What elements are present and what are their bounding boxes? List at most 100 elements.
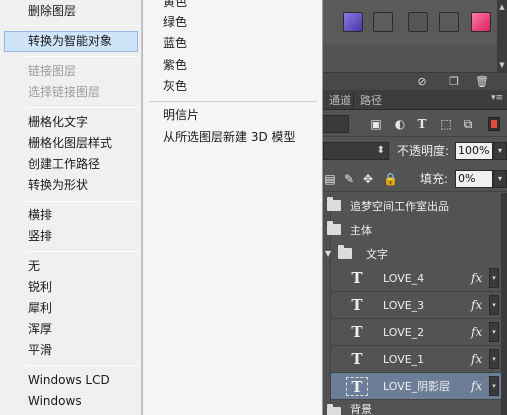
- layer-name: LOVE_2: [383, 326, 425, 339]
- fx-expand-icon[interactable]: ▾: [489, 376, 499, 396]
- menu-item-select-linked-layers: 选择链接图层: [28, 85, 101, 99]
- brush-icon[interactable]: ✎: [342, 171, 356, 187]
- styles-swatch-row: [323, 0, 507, 44]
- trash-icon[interactable]: 🗑: [475, 75, 489, 89]
- submenu-item-blue[interactable]: 蓝色: [163, 33, 187, 53]
- submenu-item-yellow[interactable]: 黄色: [163, 0, 187, 12]
- fx-expand-icon[interactable]: ▾: [489, 268, 499, 288]
- fx-expand-icon[interactable]: ▾: [489, 349, 499, 369]
- layer-row-group-background[interactable]: 背景: [323, 400, 507, 415]
- tab-channels[interactable]: 通道: [323, 92, 357, 110]
- submenu-item-green[interactable]: 绿色: [163, 12, 187, 32]
- layer-name: LOVE_4: [383, 272, 425, 285]
- layer-name: 主体: [350, 224, 372, 237]
- blend-mode-dropdown[interactable]: ⬍: [323, 142, 389, 160]
- menu-item-antialias-strong[interactable]: 浑厚: [4, 319, 138, 340]
- new-style-icon[interactable]: ❐: [447, 75, 461, 89]
- visibility-cell[interactable]: [323, 373, 331, 400]
- submenu-separator: [149, 101, 317, 102]
- style-swatch-gray-1[interactable]: [373, 12, 393, 32]
- layer-row-love1[interactable]: T LOVE_1 fx ▾: [323, 346, 507, 373]
- opacity-input[interactable]: 100%: [455, 142, 493, 160]
- folder-icon: [327, 404, 341, 415]
- style-swatch-pink[interactable]: [471, 12, 491, 32]
- menu-item-convert-smart-object[interactable]: 转换为智能对象: [4, 31, 138, 52]
- layer-row-group-studio[interactable]: 追梦空间工作室出品: [323, 193, 507, 220]
- layer-name: 背景: [350, 403, 372, 415]
- menu-item-link-layers: 链接图层: [28, 64, 77, 78]
- menu-item-delete-layer[interactable]: 删除图层: [4, 1, 138, 22]
- submenu-item-purple[interactable]: 紫色: [163, 55, 187, 75]
- move-icon[interactable]: ✥: [361, 171, 375, 187]
- lock-pixels-icon[interactable]: ▤: [323, 171, 337, 187]
- no-style-icon[interactable]: ⊘: [415, 75, 429, 89]
- menu-item-horizontal[interactable]: 横排: [4, 205, 138, 226]
- menu-item-convert-to-shape[interactable]: 转换为形状: [4, 175, 138, 196]
- scroll-up-icon[interactable]: ▲: [497, 2, 507, 12]
- expand-triangle-icon[interactable]: ▼: [325, 248, 331, 260]
- text-layer-icon: T: [351, 350, 363, 368]
- fx-expand-icon[interactable]: ▾: [489, 322, 499, 342]
- visibility-cell[interactable]: [323, 265, 331, 292]
- menu-separator: [26, 107, 138, 108]
- opacity-dropdown-icon[interactable]: ▾: [493, 142, 507, 160]
- menu-item-antialias-sharp[interactable]: 锐利: [4, 277, 138, 298]
- menu-item-antialias-smooth[interactable]: 平滑: [4, 340, 138, 361]
- menu-item-rasterize-layer-style[interactable]: 栅格化图层样式: [4, 133, 138, 154]
- menu-item-antialias-crisp[interactable]: 犀利: [4, 298, 138, 319]
- fill-input[interactable]: 0%: [455, 170, 493, 188]
- fx-icon[interactable]: fx: [471, 351, 482, 367]
- panel-menu-icon[interactable]: ▾≡: [491, 93, 503, 103]
- menu-item-windows-lcd[interactable]: Windows LCD: [4, 370, 138, 391]
- menu-item-create-work-path[interactable]: 创建工作路径: [4, 154, 138, 175]
- layer-row-love3[interactable]: T LOVE_3 fx ▾: [323, 292, 507, 319]
- submenu-item-postcard[interactable]: 明信片: [163, 105, 199, 125]
- filter-adjustment-icon[interactable]: ◐: [393, 116, 407, 132]
- menu-separator: [26, 201, 138, 202]
- visibility-cell[interactable]: [323, 346, 331, 373]
- text-layer-icon: T: [351, 323, 363, 341]
- style-swatch-gray-3[interactable]: [439, 12, 459, 32]
- layer-row-love-shadow[interactable]: T LOVE_阴影层 fx ▾: [323, 373, 507, 400]
- menu-item-windows[interactable]: Windows: [4, 391, 138, 412]
- visibility-cell[interactable]: [323, 292, 331, 319]
- filter-shape-icon[interactable]: ⬚: [439, 116, 453, 132]
- filter-smart-object-icon[interactable]: ⧉: [461, 116, 475, 132]
- submenu-item-gray[interactable]: 灰色: [163, 76, 187, 96]
- style-swatch-gray-2[interactable]: [408, 12, 428, 32]
- menu-item-antialias-none[interactable]: 无: [4, 256, 138, 277]
- fx-icon[interactable]: fx: [471, 270, 482, 286]
- scroll-down-icon[interactable]: ▼: [497, 60, 507, 70]
- fill-dropdown-icon[interactable]: ▾: [493, 170, 507, 188]
- layer-row-group-main[interactable]: 主体: [323, 217, 507, 244]
- filter-kind-dropdown[interactable]: [321, 115, 349, 133]
- tab-paths[interactable]: 路径: [353, 92, 388, 110]
- layer-row-love4[interactable]: T LOVE_4 fx ▾: [323, 265, 507, 292]
- layers-scrollbar[interactable]: [501, 193, 507, 415]
- fx-expand-icon[interactable]: ▾: [489, 295, 499, 315]
- layer-row-love2[interactable]: T LOVE_2 fx ▾: [323, 319, 507, 346]
- style-swatch-purple[interactable]: [343, 12, 363, 32]
- panel-tab-bar: 通道 路径 ▾≡: [323, 90, 507, 110]
- filter-image-icon[interactable]: ▣: [369, 116, 383, 132]
- submenu-item-new-3d-model[interactable]: 从所选图层新建 3D 模型: [163, 127, 296, 147]
- layer-name: LOVE_1: [383, 353, 425, 366]
- layer-name: 文字: [366, 248, 388, 261]
- visibility-cell[interactable]: [323, 319, 331, 346]
- lock-icon[interactable]: 🔒: [383, 171, 398, 187]
- menu-separator: [26, 25, 138, 26]
- layer-name: 追梦空间工作室出品: [350, 200, 449, 213]
- menu-item-vertical[interactable]: 竖排: [4, 226, 138, 247]
- fx-icon[interactable]: fx: [471, 324, 482, 340]
- folder-icon: [327, 197, 341, 211]
- menu-item-rasterize-type[interactable]: 栅格化文字: [4, 112, 138, 133]
- fx-icon[interactable]: fx: [471, 378, 482, 394]
- fill-label: 填充:: [420, 172, 449, 186]
- menu-separator: [26, 56, 138, 57]
- context-submenu: 黄色 绿色 蓝色 紫色 灰色 明信片 从所选图层新建 3D 模型: [142, 0, 323, 415]
- filter-text-icon[interactable]: T: [415, 116, 429, 132]
- fx-icon[interactable]: fx: [471, 297, 482, 313]
- layer-row-group-text[interactable]: ▼ 文字: [323, 241, 507, 268]
- filter-toggle[interactable]: [488, 117, 500, 131]
- layers-list: 追梦空间工作室出品 主体 ▼ 文字 T LOVE_4 fx ▾ T LOVE_3…: [323, 193, 507, 415]
